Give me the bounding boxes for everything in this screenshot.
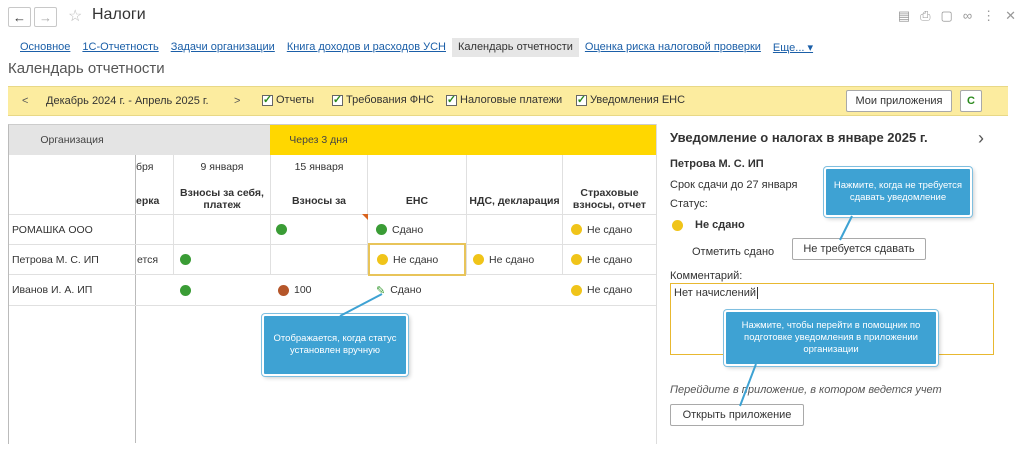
preview-icon[interactable]: ▢: [941, 8, 953, 24]
forward-icon: →: [39, 9, 52, 25]
status-pending-icon: [473, 254, 484, 265]
column-header: Взносы за себя, платеж: [180, 186, 264, 211]
filter-reports[interactable]: ✓ Отчеты: [262, 94, 314, 106]
back-button[interactable]: ←: [8, 7, 31, 27]
panel-deadline: Срок сдачи до 27 января: [670, 179, 798, 191]
status-pending-icon: [571, 254, 582, 265]
status-done-icon: [376, 224, 387, 235]
tab-risk-assessment[interactable]: Оценка риска налоговой проверки: [579, 38, 767, 57]
tab-1c-reporting[interactable]: 1С-Отчетность: [76, 38, 164, 57]
window-controls: ▤ ⎙ ▢ ∞ ⋮ ✕: [898, 8, 1016, 24]
status-done-icon: [180, 284, 191, 296]
status-done-icon: [180, 254, 191, 265]
open-app-callout: Нажмите, чтобы перейти в помощник по под…: [724, 310, 938, 366]
prev-period-button[interactable]: <: [22, 95, 28, 107]
status-cell[interactable]: ется: [137, 245, 158, 274]
close-icon[interactable]: ✕: [1005, 8, 1016, 24]
tab-income-book[interactable]: Книга доходов и расходов УСН: [281, 38, 452, 57]
row-org[interactable]: РОМАШКА ООО: [12, 215, 134, 244]
filter-fns-requests[interactable]: ✓ Требования ФНС: [332, 94, 434, 106]
status-pending-icon: [672, 219, 683, 231]
mark-done-link[interactable]: Отметить сдано: [692, 246, 774, 258]
panel-hint: Перейдите в приложение, в котором ведетс…: [670, 384, 942, 396]
date-label: бря: [136, 161, 154, 173]
status-done-icon: [276, 224, 287, 235]
filter-ens-notifications[interactable]: ✓ Уведомления ЕНС: [576, 94, 685, 106]
panel-org: Петрова М. С. ИП: [670, 158, 764, 170]
callout-pointer: [339, 293, 383, 317]
forward-button[interactable]: →: [34, 7, 57, 27]
checkbox-icon[interactable]: ✓: [446, 94, 457, 106]
period-selector[interactable]: Декабрь 2024 г. - Апрель 2025 г.: [46, 95, 209, 107]
status-cell[interactable]: Не сдано: [571, 245, 632, 274]
refresh-button[interactable]: C: [960, 90, 982, 112]
row-org[interactable]: Петрова М. С. ИП: [12, 245, 134, 274]
back-icon: ←: [13, 9, 26, 25]
tab-more[interactable]: Еще... ▾: [767, 38, 819, 57]
panel-status-label: Статус:: [670, 198, 708, 210]
panel-next-arrow-icon[interactable]: ›: [978, 128, 984, 149]
status-cell[interactable]: Не сдано: [571, 215, 632, 244]
window-title: Налоги: [92, 6, 146, 23]
column-header: ЕНС: [405, 195, 429, 207]
checkbox-icon[interactable]: ✓: [576, 94, 587, 106]
next-period-button[interactable]: >: [234, 95, 240, 107]
save-icon[interactable]: ▤: [898, 8, 910, 24]
column-header: Страховые взносы, отчет: [572, 186, 647, 211]
manual-status-callout: Отображается, когда статус установлен вр…: [262, 314, 408, 376]
status-cell[interactable]: Не сдано: [571, 275, 632, 305]
due-soon-banner: Через 3 дня: [270, 125, 367, 155]
status-pending-icon: [571, 284, 582, 296]
more-icon[interactable]: ⋮: [982, 8, 995, 24]
checkbox-icon[interactable]: ✓: [262, 94, 273, 106]
comment-label: Комментарий:: [670, 270, 743, 282]
status-cell[interactable]: Сдано: [376, 215, 423, 244]
favorite-star-icon[interactable]: ☆: [68, 6, 82, 26]
my-apps-button[interactable]: Мои приложения: [846, 90, 952, 112]
page-title: Календарь отчетности: [8, 60, 165, 77]
date-label: 15 января: [294, 161, 344, 173]
not-required-callout: Нажмите, когда не требуется сдавать увед…: [824, 167, 972, 217]
link-icon[interactable]: ∞: [963, 8, 972, 24]
tab-main[interactable]: Основное: [14, 38, 76, 57]
checkbox-icon[interactable]: ✓: [332, 94, 343, 106]
status-cell[interactable]: [276, 215, 292, 244]
corner-marker-icon: [362, 214, 368, 220]
filter-tax-payments[interactable]: ✓ Налоговые платежи: [446, 94, 562, 106]
tab-bar: Основное 1С-Отчетность Задачи организаци…: [14, 38, 819, 57]
selected-status-cell[interactable]: Не сдано: [368, 243, 466, 276]
tab-org-tasks[interactable]: Задачи организации: [165, 38, 281, 57]
tab-report-calendar[interactable]: Календарь отчетности: [452, 38, 579, 57]
column-header: ерка: [136, 195, 160, 207]
status-cell[interactable]: 100: [278, 275, 312, 305]
refresh-icon: C: [967, 95, 975, 107]
callout-pointer: [739, 363, 757, 407]
status-amount-icon: [278, 284, 289, 296]
panel-title: Уведомление о налогах в январе 2025 г.: [670, 130, 928, 145]
print-icon[interactable]: ⎙: [920, 8, 930, 24]
status-cell[interactable]: Не сдано: [473, 245, 534, 274]
date-label: 9 января: [200, 161, 244, 173]
panel-status: Не сдано: [672, 219, 745, 231]
status-cell[interactable]: [180, 275, 196, 305]
column-header: НДС, декларация: [469, 195, 560, 207]
callout-pointer: [839, 215, 853, 241]
org-column-header: Организация: [9, 125, 135, 155]
row-org[interactable]: Иванов И. А. ИП: [12, 275, 134, 305]
status-pending-icon: [377, 254, 388, 265]
column-header: Взносы за: [291, 195, 347, 207]
status-cell[interactable]: [180, 245, 196, 274]
status-pending-icon: [571, 224, 582, 235]
